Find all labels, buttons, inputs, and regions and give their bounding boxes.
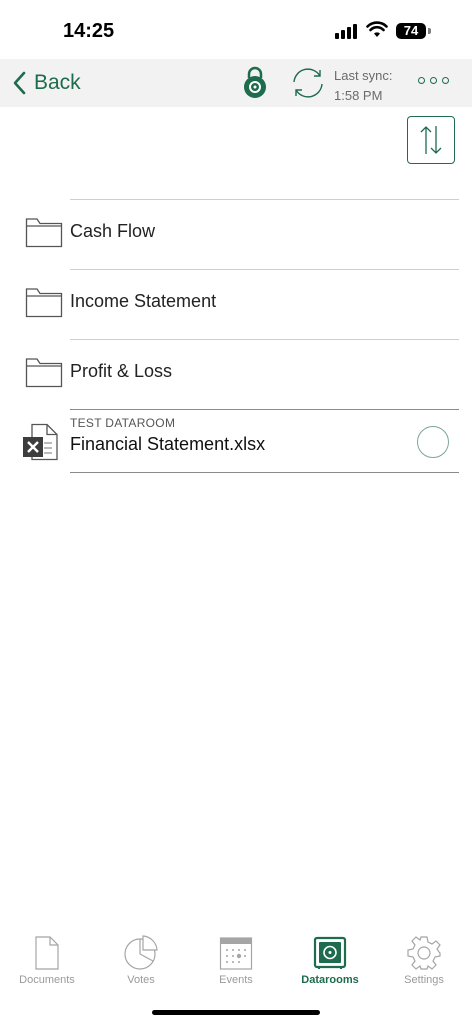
nav-bar: Back Last sync: 1:58 PM [0,59,472,107]
pie-chart-icon [124,935,158,970]
sync-icon[interactable] [290,66,326,100]
last-sync-text: Last sync: 1:58 PM [334,66,393,106]
folder-label: Profit & Loss [70,361,173,381]
folder-row-profit-loss[interactable]: Profit & Loss [0,339,472,409]
tab-documents[interactable]: Documents [0,935,94,986]
calendar-icon [219,937,253,970]
dataroom-caption: TEST DATAROOM [70,416,176,430]
tab-votes[interactable]: Votes [94,935,188,986]
folder-icon [25,288,63,318]
tab-label: Settings [404,974,444,986]
back-label: Back [34,71,81,94]
chevron-left-icon [13,71,26,95]
excel-icon [23,423,58,461]
more-options-button[interactable] [418,77,449,84]
back-button[interactable]: Back [12,67,81,99]
folder-label: Income Statement [70,291,217,311]
folder-icon [25,358,63,388]
status-time: 14:25 [63,20,115,42]
sort-arrows-icon [420,126,442,154]
wifi-icon [366,21,388,37]
tab-events[interactable]: Events [189,935,283,986]
tab-label: Votes [127,974,155,986]
folder-icon [25,218,63,248]
sync-time: 1:58 PM [334,88,383,103]
home-indicator [152,1010,320,1015]
battery-cap [428,28,431,34]
select-checkbox[interactable] [417,426,449,458]
battery-icon: 74 [396,23,426,39]
dot-icon [430,77,437,84]
tab-label: Documents [19,974,75,986]
file-name: Financial Statement.xlsx [70,434,266,454]
document-icon [35,936,59,970]
gear-icon [407,936,441,970]
sync-label: Last sync: [334,68,393,83]
folder-row-cash-flow[interactable]: Cash Flow [0,199,472,269]
folder-row-income-statement[interactable]: Income Statement [0,269,472,339]
lock-icon[interactable] [242,65,268,99]
cellular-signal-icon [335,24,357,39]
tab-settings[interactable]: Settings [377,935,471,986]
tab-label: Events [219,974,253,986]
folder-label: Cash Flow [70,221,156,241]
dot-icon [418,77,425,84]
tab-datarooms[interactable]: Datarooms [283,935,377,986]
tab-label: Datarooms [301,974,359,986]
file-row-financial-statement[interactable]: TEST DATAROOM Financial Statement.xlsx [0,410,472,473]
vault-icon [313,936,347,969]
divider [70,472,459,473]
dot-icon [442,77,449,84]
status-bar: 14:25 74 [0,0,472,60]
sort-button[interactable] [407,116,455,164]
